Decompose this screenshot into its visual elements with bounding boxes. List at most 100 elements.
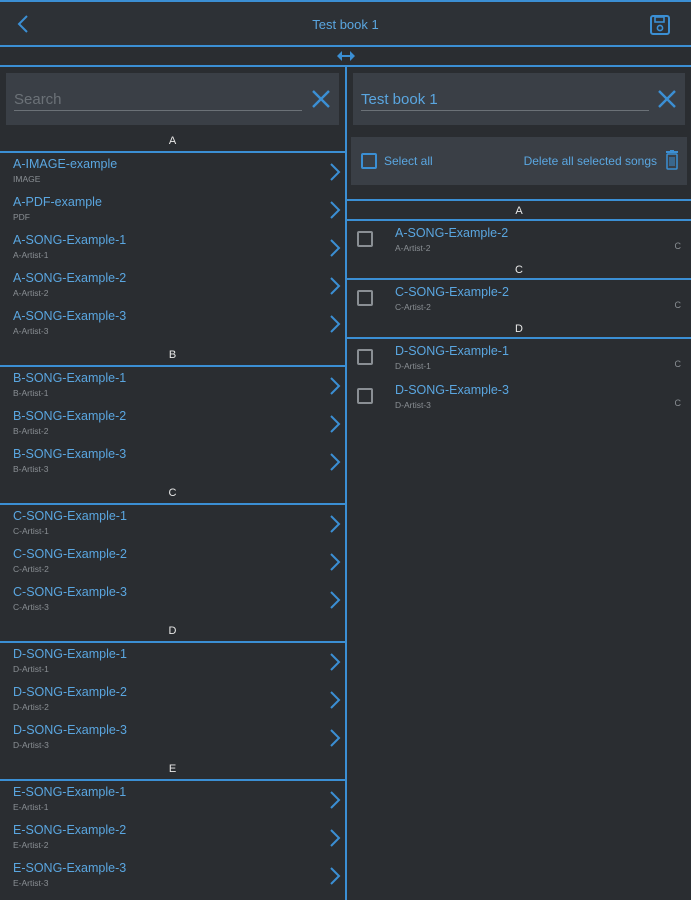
section-header: A (0, 129, 345, 153)
song-artist: B-Artist-1 (13, 388, 49, 398)
chevron-right-icon[interactable] (329, 652, 341, 672)
book-name-bar (353, 73, 685, 125)
song-title: C-SONG-Example-2 (395, 285, 509, 299)
list-item[interactable]: B-SONG-Example-3 B-Artist-3 (0, 443, 345, 481)
song-title: E-SONG-Example-3 (13, 861, 127, 875)
song-checkbox[interactable] (357, 290, 373, 306)
song-artist: C-Artist-2 (13, 564, 49, 574)
song-title: C-SONG-Example-2 (13, 547, 127, 561)
list-item[interactable]: A-PDF-example PDF (0, 191, 345, 229)
song-title: B-SONG-Example-1 (13, 371, 127, 385)
song-title: D-SONG-Example-3 (13, 723, 127, 737)
book-song-list: A A-SONG-Example-2 A-Artist-2 C C C-SONG-Exam… (347, 199, 691, 417)
search-input[interactable] (14, 89, 302, 111)
chevron-right-icon[interactable] (329, 514, 341, 534)
song-checkbox[interactable] (357, 231, 373, 247)
song-artist: IMAGE (13, 174, 41, 184)
resize-handle-icon[interactable] (336, 49, 356, 63)
list-item[interactable]: D-SONG-Example-1 D-Artist-1 (0, 643, 345, 681)
chevron-right-icon[interactable] (329, 162, 341, 182)
song-key: C (674, 359, 682, 369)
list-item[interactable]: C-SONG-Example-3 C-Artist-3 (0, 581, 345, 619)
song-key: C (674, 241, 682, 251)
chevron-right-icon[interactable] (329, 276, 341, 296)
delete-selected-button[interactable]: Delete all selected songs (524, 154, 657, 168)
book-content-panel: Select all Delete all selected songs AA-… (347, 67, 691, 900)
song-title: E-SONG-Example-1 (13, 785, 127, 799)
section-header: C (347, 260, 691, 280)
list-item[interactable]: A-SONG-Example-2 A-Artist-2 (0, 267, 345, 305)
song-title: A-PDF-example (13, 195, 102, 209)
song-artist: D-Artist-3 (395, 400, 431, 410)
song-artist: E-Artist-1 (13, 802, 49, 812)
song-artist: C-Artist-2 (395, 302, 431, 312)
trash-icon[interactable] (665, 150, 679, 170)
song-artist: A-Artist-3 (13, 326, 49, 336)
song-title: B-SONG-Example-2 (13, 409, 127, 423)
song-checkbox[interactable] (357, 349, 373, 365)
chevron-right-icon[interactable] (329, 552, 341, 572)
chevron-right-icon[interactable] (329, 200, 341, 220)
list-item[interactable]: E-SONG-Example-1 E-Artist-1 (0, 781, 345, 819)
list-item[interactable]: D-SONG-Example-2 D-Artist-2 (0, 681, 345, 719)
list-item[interactable]: E-SONG-Example-2 E-Artist-2 (0, 819, 345, 857)
song-title: E-SONG-Example-2 (13, 823, 127, 837)
song-artist: PDF (13, 212, 30, 222)
chevron-right-icon[interactable] (329, 866, 341, 886)
song-title: C-SONG-Example-1 (13, 509, 127, 523)
song-artist: E-Artist-2 (13, 840, 49, 850)
panel-splitter (0, 47, 691, 67)
chevron-right-icon[interactable] (329, 790, 341, 810)
list-item[interactable]: A-SONG-Example-2 A-Artist-2 C (347, 221, 691, 260)
song-checkbox[interactable] (357, 388, 373, 404)
song-library-panel: A A-IMAGE-example IMAGE A-PDF-example PDF A-S… (0, 67, 345, 900)
chevron-right-icon[interactable] (329, 238, 341, 258)
list-item[interactable]: A-SONG-Example-3 A-Artist-3 (0, 305, 345, 343)
select-all-checkbox[interactable] (361, 153, 377, 169)
song-artist: C-Artist-1 (13, 526, 49, 536)
song-title: A-SONG-Example-3 (13, 309, 127, 323)
list-item[interactable]: D-SONG-Example-1 D-Artist-1 C (347, 339, 691, 378)
clear-book-name-icon[interactable] (655, 87, 679, 111)
song-artist: A-Artist-1 (13, 250, 49, 260)
chevron-right-icon[interactable] (329, 828, 341, 848)
song-artist: D-Artist-3 (13, 740, 49, 750)
list-item[interactable]: B-SONG-Example-1 B-Artist-1 (0, 367, 345, 405)
list-item[interactable]: D-SONG-Example-3 D-Artist-3 (0, 719, 345, 757)
list-item[interactable]: B-SONG-Example-2 B-Artist-2 (0, 405, 345, 443)
song-artist: D-Artist-1 (13, 664, 49, 674)
chevron-right-icon[interactable] (329, 314, 341, 334)
selection-toolbar: Select all Delete all selected songs (351, 137, 687, 185)
section-header: E (0, 757, 345, 781)
section-header: C (0, 481, 345, 505)
list-item[interactable]: A-SONG-Example-1 A-Artist-1 (0, 229, 345, 267)
song-artist: E-Artist-3 (13, 878, 49, 888)
section-header: D (347, 319, 691, 339)
chevron-right-icon[interactable] (329, 728, 341, 748)
chevron-right-icon[interactable] (329, 452, 341, 472)
chevron-right-icon[interactable] (329, 414, 341, 434)
save-icon[interactable] (649, 14, 671, 36)
song-key: C (674, 300, 682, 310)
book-name-input[interactable] (361, 89, 649, 111)
song-title: D-SONG-Example-1 (13, 647, 127, 661)
chevron-right-icon[interactable] (329, 590, 341, 610)
song-title: A-SONG-Example-1 (13, 233, 127, 247)
chevron-right-icon[interactable] (329, 690, 341, 710)
song-title: D-SONG-Example-2 (13, 685, 127, 699)
song-title: A-IMAGE-example (13, 157, 118, 171)
song-artist: B-Artist-3 (13, 464, 49, 474)
song-key: C (674, 398, 682, 408)
top-bar: Test book 1 (0, 0, 691, 47)
list-item[interactable]: A-IMAGE-example IMAGE (0, 153, 345, 191)
list-item[interactable]: C-SONG-Example-2 C-Artist-2 C (347, 280, 691, 319)
search-bar (6, 73, 339, 125)
song-artist: A-Artist-2 (395, 243, 431, 253)
select-all-label[interactable]: Select all (384, 154, 433, 168)
list-item[interactable]: C-SONG-Example-1 C-Artist-1 (0, 505, 345, 543)
clear-search-icon[interactable] (309, 87, 333, 111)
chevron-right-icon[interactable] (329, 376, 341, 396)
list-item[interactable]: C-SONG-Example-2 C-Artist-2 (0, 543, 345, 581)
list-item[interactable]: D-SONG-Example-3 D-Artist-3 C (347, 378, 691, 417)
list-item[interactable]: E-SONG-Example-3 E-Artist-3 (0, 857, 345, 895)
